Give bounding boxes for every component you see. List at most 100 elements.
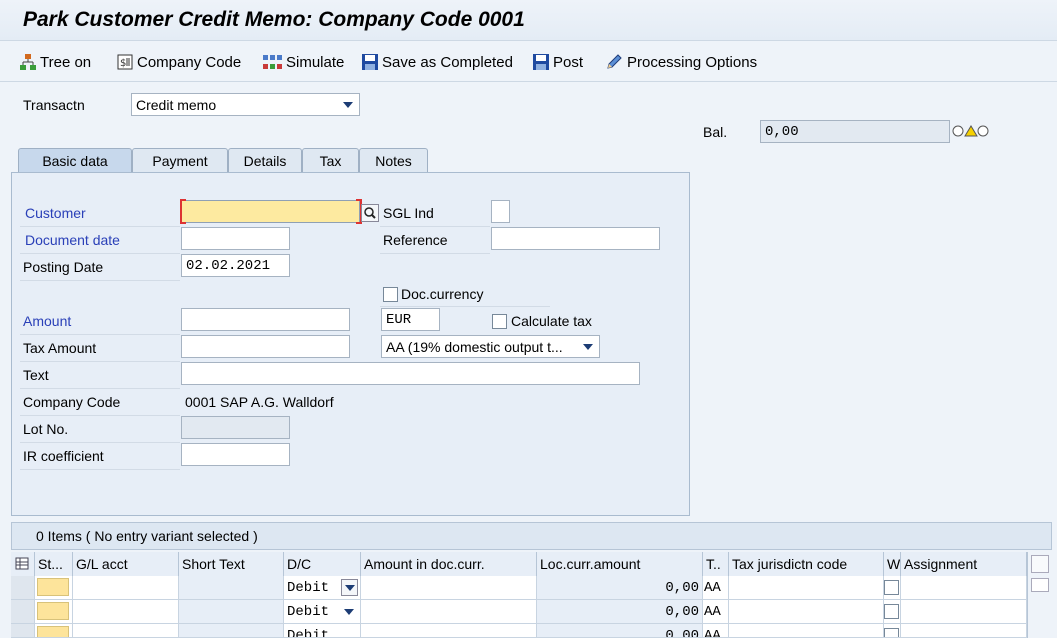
transactn-label: Transactn — [23, 97, 85, 113]
text-field[interactable] — [181, 362, 640, 385]
tax-code-cell[interactable]: AA — [703, 576, 729, 600]
tax-jurisdiction-cell[interactable] — [729, 600, 884, 624]
row-divider — [20, 226, 180, 227]
save-icon — [361, 53, 379, 71]
processing-options-button[interactable]: Processing Options — [605, 51, 757, 73]
chevron-down-icon[interactable] — [344, 609, 354, 615]
lot-no-field — [181, 416, 290, 439]
currency-field[interactable]: EUR — [381, 308, 440, 331]
gl-acct-cell[interactable] — [73, 576, 179, 600]
gl-acct-cell[interactable] — [73, 600, 179, 624]
sgl-ind-field[interactable] — [491, 200, 510, 223]
save-as-completed-button[interactable]: Save as Completed — [361, 51, 513, 73]
simulate-label: Simulate — [286, 53, 345, 71]
column-header-gl-acct[interactable]: G/L acct — [73, 552, 179, 576]
tab-notes[interactable]: Notes — [359, 148, 428, 172]
column-header-assignment[interactable]: Assignment — [901, 552, 1027, 576]
status-cell[interactable] — [37, 626, 69, 637]
lot-no-label: Lot No. — [23, 421, 69, 437]
status-cell[interactable] — [37, 578, 69, 596]
tax-code-value: AA (19% domestic output t... — [386, 339, 563, 355]
column-header-tax-jurisdiction[interactable]: Tax jurisdictn code — [729, 552, 884, 576]
row-selector[interactable] — [11, 624, 35, 638]
tax-amount-field[interactable] — [181, 335, 350, 358]
column-header-loc-amount[interactable]: Loc.curr.amount — [537, 552, 703, 576]
document-date-field[interactable] — [181, 227, 290, 250]
short-text-cell[interactable] — [179, 624, 284, 638]
amount-doc-cell[interactable] — [361, 624, 537, 638]
ir-coefficient-field[interactable] — [181, 443, 290, 466]
items-grid-header: 0 Items ( No entry variant selected ) — [11, 522, 1052, 550]
post-label: Post — [553, 53, 584, 71]
amount-doc-cell[interactable] — [361, 576, 537, 600]
w-checkbox[interactable] — [884, 628, 899, 637]
dc-cell[interactable]: Debit — [284, 600, 361, 624]
tax-jurisdiction-cell[interactable] — [729, 624, 884, 638]
amount-doc-cell[interactable] — [361, 600, 537, 624]
company-code-button[interactable]: $ Company Code — [116, 51, 241, 73]
short-text-cell[interactable] — [179, 600, 284, 624]
calculate-tax-checkbox[interactable] — [492, 314, 507, 329]
scroll-up-button[interactable] — [1031, 555, 1049, 573]
tax-code-dropdown[interactable]: AA (19% domestic output t... — [381, 335, 600, 358]
row-divider — [20, 361, 180, 362]
tab-payment[interactable]: Payment — [132, 148, 228, 172]
customer-field[interactable] — [181, 200, 360, 223]
company-code-label: Company Code — [23, 394, 121, 410]
tax-jurisdiction-cell[interactable] — [729, 576, 884, 600]
gl-acct-cell[interactable] — [73, 624, 179, 638]
row-divider — [20, 388, 180, 389]
assignment-cell[interactable] — [901, 576, 1027, 600]
vertical-scrollbar[interactable] — [1027, 552, 1052, 638]
column-header-status[interactable]: St... — [35, 552, 73, 576]
row-divider — [20, 280, 180, 281]
table-settings-icon[interactable] — [11, 552, 35, 576]
status-cell[interactable] — [37, 602, 69, 620]
row-selector[interactable] — [11, 576, 35, 600]
tree-on-button[interactable]: Tree on — [19, 51, 91, 73]
table-row — [35, 600, 73, 624]
svg-text:$: $ — [120, 58, 126, 69]
search-help-icon[interactable] — [361, 204, 379, 222]
scroll-thumb[interactable] — [1031, 578, 1049, 592]
posting-date-field[interactable]: 02.02.2021 — [181, 254, 290, 277]
chevron-down-icon — [583, 344, 593, 350]
amount-field[interactable] — [181, 308, 350, 331]
traffic-light-icon — [952, 124, 990, 138]
required-bracket-left — [180, 199, 186, 224]
column-header-dc[interactable]: D/C — [284, 552, 361, 576]
row-divider — [380, 306, 550, 307]
dc-cell[interactable]: Debit — [284, 624, 361, 638]
dc-cell[interactable]: Debit — [284, 576, 361, 600]
tab-details[interactable]: Details — [228, 148, 302, 172]
reference-field[interactable] — [491, 227, 660, 250]
short-text-cell[interactable] — [179, 576, 284, 600]
assignment-cell[interactable] — [901, 624, 1027, 638]
row-divider — [380, 226, 490, 227]
simulate-button[interactable]: Simulate — [262, 51, 344, 73]
column-header-amount-doc[interactable]: Amount in doc.curr. — [361, 552, 537, 576]
w-checkbox[interactable] — [884, 604, 899, 619]
post-button[interactable]: Post — [532, 51, 583, 73]
row-divider — [20, 334, 180, 335]
ir-coefficient-label: IR coefficient — [23, 448, 104, 464]
column-header-w[interactable]: W — [884, 552, 901, 576]
column-header-tax[interactable]: T.. — [703, 552, 729, 576]
row-selector[interactable] — [11, 600, 35, 624]
tax-code-cell[interactable]: AA — [703, 600, 729, 624]
tab-basic-data[interactable]: Basic data — [18, 148, 132, 172]
doc-currency-checkbox[interactable] — [383, 287, 398, 302]
transactn-value: Credit memo — [136, 97, 217, 113]
company-code-value: 0001 SAP A.G. Walldorf — [185, 394, 334, 410]
assignment-cell[interactable] — [901, 600, 1027, 624]
calculate-tax-label: Calculate tax — [511, 313, 592, 329]
tree-icon — [19, 53, 37, 71]
company-code-icon: $ — [116, 53, 134, 71]
chevron-down-icon[interactable] — [341, 579, 358, 596]
tab-tax[interactable]: Tax — [302, 148, 359, 172]
doc-currency-label: Doc.currency — [401, 286, 484, 302]
column-header-short-text[interactable]: Short Text — [179, 552, 284, 576]
w-checkbox[interactable] — [884, 580, 899, 595]
transactn-dropdown[interactable]: Credit memo — [131, 93, 360, 116]
tax-code-cell[interactable]: AA — [703, 624, 729, 638]
